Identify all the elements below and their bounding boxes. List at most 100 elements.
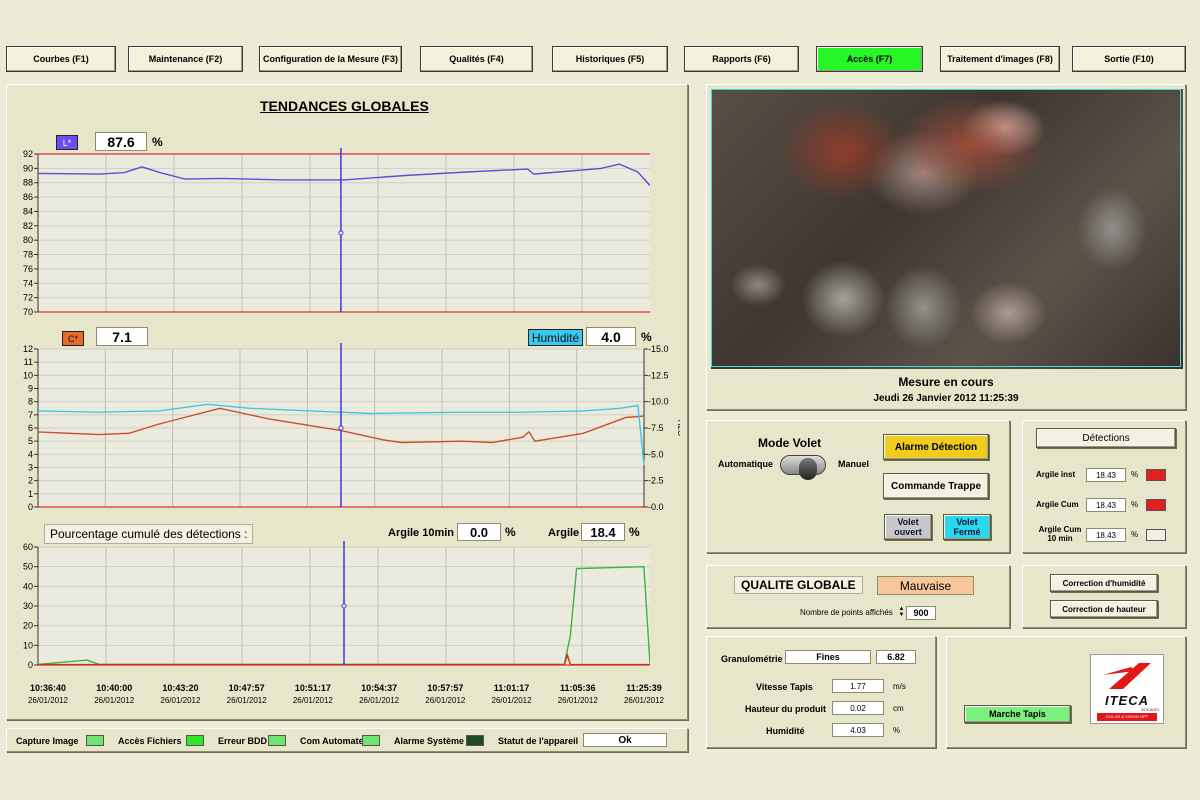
y-tick-label: 84: [23, 206, 33, 216]
c-star-humidity-chart: 0123456789101112-0.0-2.5-5.0-7.5-10.0-12…: [23, 343, 680, 512]
y-tick-label: 3: [28, 463, 33, 473]
humidity-unit: %: [641, 330, 652, 344]
y-tick-label: 72: [23, 293, 33, 303]
status-item-label: Accès Fichiers: [118, 736, 182, 746]
nav-button[interactable]: Historiques (F5): [552, 46, 668, 72]
time-tick-date: 26/01/2012: [425, 696, 466, 705]
status-led: [466, 735, 484, 746]
iteca-logo-sub: SOCADEI: [1140, 707, 1159, 712]
nav-button[interactable]: Accès (F7): [816, 46, 923, 72]
y2-tick-label: -7.5: [648, 423, 664, 433]
detection-led: [1146, 499, 1166, 511]
cursor-marker: [338, 425, 344, 431]
humidity-measure-unit: %: [893, 726, 901, 735]
detection-unit: %: [1131, 530, 1139, 539]
detections-title: Détections: [1036, 428, 1176, 448]
y-tick-label: 88: [23, 178, 33, 188]
y-tick-label: 80: [23, 235, 33, 245]
volet-manual-label: Manuel: [838, 459, 870, 469]
nav-button[interactable]: Traitement d'images (F8): [940, 46, 1060, 72]
y-tick-label: 86: [23, 192, 33, 202]
detection-unit: %: [1131, 470, 1139, 479]
volet-closed-button[interactable]: Volet Fermé: [943, 514, 991, 540]
plot-area: [38, 154, 650, 312]
time-tick-date: 26/01/2012: [623, 696, 665, 705]
nav-button[interactable]: Sortie (F10): [1072, 46, 1186, 72]
time-tick-date: 26/01/2012: [160, 696, 201, 705]
volet-open-button[interactable]: Volet ouvert: [884, 514, 932, 540]
y-tick-label: 90: [23, 163, 33, 173]
y2-tick-label: -15.0: [648, 344, 669, 354]
conveyor-start-button[interactable]: Marche Tapis: [964, 705, 1071, 723]
points-stepper[interactable]: ▲ ▼: [898, 606, 905, 620]
cursor-marker: [341, 603, 347, 609]
detection-unit: %: [1131, 500, 1139, 509]
y2-tick-label: -2.5: [648, 476, 664, 486]
alarm-detection-button[interactable]: Alarme Détection: [883, 434, 989, 460]
argile-unit: %: [629, 525, 640, 539]
points-value[interactable]: 900: [906, 606, 936, 620]
iteca-logo-tagline: COLOR & VISION OPT: [1097, 713, 1157, 721]
nav-button[interactable]: Qualités (F4): [420, 46, 533, 72]
y-tick-label: 0: [28, 502, 33, 512]
time-tick-date: 26/01/2012: [226, 696, 267, 705]
quality-title: QUALITE GLOBALE: [734, 576, 863, 594]
camera-status: Mesure en cours: [898, 375, 994, 389]
granulo-label: Granulométrie: [721, 654, 783, 664]
time-tick-date: 26/01/2012: [359, 696, 400, 705]
detections-cumul-chart: 0 10 20 30 40 50 60: [23, 541, 650, 670]
humidity-measure-value: 4.03: [832, 723, 884, 737]
camera-roi-box: [711, 89, 1181, 367]
y2-tick-label: -5.0: [648, 449, 664, 459]
y-tick-label: 20: [23, 621, 33, 631]
detection-label: Argile Cum 10 min: [1038, 525, 1082, 543]
y-tick-label: 76: [23, 264, 33, 274]
y-tick-label: 10: [23, 640, 33, 650]
height-unit: cm: [893, 704, 904, 713]
quality-value: Mauvaise: [877, 576, 974, 595]
cursor-marker: [338, 230, 344, 236]
height-correction-button[interactable]: Correction de hauteur: [1050, 600, 1158, 618]
camera-image: [711, 89, 1183, 369]
height-value: 0.02: [832, 701, 884, 715]
y-tick-label: 74: [23, 278, 33, 288]
time-tick-label: 10:57:57: [427, 683, 464, 693]
y-tick-label: 50: [23, 562, 33, 572]
status-item-label: Com Automate: [300, 736, 364, 746]
device-status-value: Ok: [583, 733, 667, 747]
status-item-label: Capture Image: [16, 736, 79, 746]
y-tick-label: 40: [23, 581, 33, 591]
humidity-correction-button[interactable]: Correction d'humidité: [1050, 574, 1158, 592]
y2-tick-label: -10.0: [648, 397, 669, 407]
y-tick-label: 4: [28, 449, 33, 459]
nav-button[interactable]: Rapports (F6): [684, 46, 799, 72]
argile-label: Argile: [548, 527, 580, 539]
speed-value: 1.77: [832, 679, 884, 693]
y-tick-label: 0: [28, 660, 33, 670]
speed-unit: m/s: [893, 682, 906, 691]
height-label: Hauteur du produit: [745, 704, 826, 714]
time-tick-date: 26/01/2012: [557, 696, 598, 705]
volet-auto-label: Automatique: [718, 459, 773, 469]
time-tick-label: 10:40:00: [96, 683, 133, 693]
volet-mode-toggle[interactable]: [780, 455, 826, 480]
nav-button[interactable]: Maintenance (F2): [128, 46, 243, 72]
trappe-command-button[interactable]: Commande Trappe: [883, 473, 989, 499]
nav-button[interactable]: Courbes (F1): [6, 46, 116, 72]
y-tick-label: 12: [23, 344, 33, 354]
time-tick-date: 26/01/2012: [94, 696, 135, 705]
l-star-chart: 70 72 74 76 78 80 82 84 86 88 90 92: [23, 148, 650, 317]
nav-button[interactable]: Configuration de la Mesure (F3): [259, 46, 402, 72]
y-tick-label: 7: [28, 410, 33, 420]
y-tick-label: 82: [23, 221, 33, 231]
detection-led: [1146, 529, 1166, 541]
time-tick-label: 11:05:36: [560, 683, 596, 693]
detection-led: [1146, 469, 1166, 481]
y-tick-label: 8: [28, 397, 33, 407]
detection-value: 18.43: [1086, 498, 1126, 512]
time-tick-label: 10:47:57: [228, 683, 265, 693]
status-item-label: Erreur BDD: [218, 736, 268, 746]
camera-datetime: Jeudi 26 Janvier 2012 11:25:39: [873, 393, 1019, 404]
status-led: [268, 735, 286, 746]
detection-value: 18.43: [1086, 468, 1126, 482]
